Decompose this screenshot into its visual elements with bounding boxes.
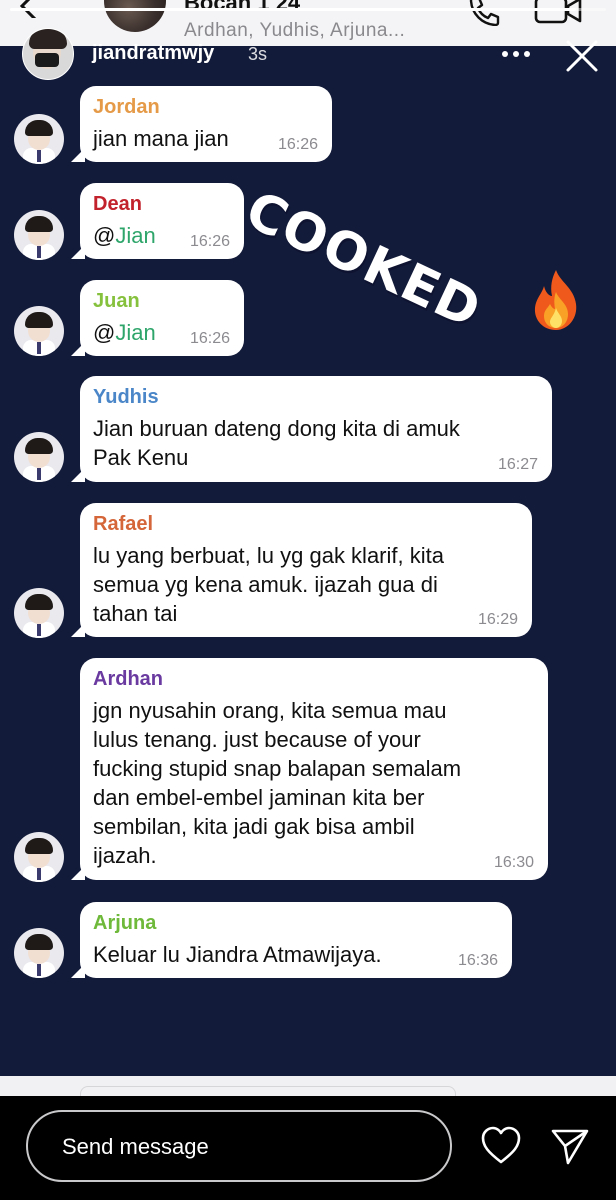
mention-link[interactable]: Jian	[115, 223, 155, 248]
message-time: 16:26	[189, 330, 230, 347]
sender-name: Arjuna	[93, 912, 157, 934]
mention-prefix: @	[93, 223, 116, 248]
sender-avatar	[14, 432, 64, 482]
message-bubble: Rafael lu yang berbuat, lu yg gak klarif…	[71, 503, 532, 637]
fire-icon	[534, 270, 577, 330]
message-bubble: Jordan jian mana jian 16:26	[71, 86, 332, 162]
video-call-icon	[534, 0, 582, 24]
sender-name: Jordan	[93, 96, 160, 118]
sender-name: Yudhis	[93, 386, 159, 408]
story-frame: Bocah 1 24 Ardhan, Yudhis, Arjuna... jia…	[0, 0, 616, 1096]
sender-avatar	[14, 210, 64, 260]
sender-avatar	[14, 588, 64, 638]
chat-header-screenshot: Bocah 1 24 Ardhan, Yudhis, Arjuna...	[0, 0, 616, 46]
message-time: 16:26	[189, 233, 230, 250]
sender-name: Dean	[93, 193, 142, 215]
chat-input-edge	[80, 1086, 456, 1096]
story-timestamp: 3s	[248, 44, 268, 64]
story-username[interactable]: jiandratmwjy	[92, 42, 214, 65]
mention-link[interactable]: Jian	[115, 320, 155, 345]
story-user-avatar[interactable]	[22, 28, 74, 80]
sender-name: Juan	[93, 290, 140, 312]
message-bubble: Juan @Jian 16:26	[71, 280, 244, 356]
message-time: 16:29	[477, 611, 518, 628]
message-text: jgn nyusahin orang, kita semua mau lulus…	[93, 698, 462, 868]
sender-name: Ardhan	[93, 668, 163, 690]
sender-name: Rafael	[93, 513, 154, 535]
message-time: 16:27	[497, 456, 538, 473]
mention-prefix: @	[93, 320, 116, 345]
message-bubble: Ardhan jgn nyusahin orang, kita semua ma…	[71, 658, 548, 880]
sender-avatar	[14, 928, 64, 978]
close-icon[interactable]	[564, 38, 600, 74]
message-text: Keluar lu Jiandra Atmawijaya.	[93, 942, 382, 967]
message-text: Jian buruan dateng dong kita di amuk Pak…	[93, 416, 460, 470]
message-time: 16:36	[457, 952, 498, 969]
sender-avatar	[14, 306, 64, 356]
chat-members: Ardhan, Yudhis, Arjuna...	[184, 20, 406, 41]
sender-avatar	[14, 114, 64, 164]
heart-icon[interactable]	[480, 1126, 522, 1166]
send-icon[interactable]	[550, 1126, 590, 1166]
message-text: lu yang berbuat, lu yg gak klarif, kita …	[93, 543, 444, 626]
group-avatar	[104, 0, 166, 32]
send-message-input[interactable]: Send message	[26, 1110, 452, 1182]
message-bubble: Dean @Jian 16:26	[71, 183, 244, 259]
message-bubble: Yudhis Jian buruan dateng dong kita di a…	[71, 376, 552, 482]
sender-avatar	[14, 832, 64, 882]
phone-icon	[469, 0, 500, 26]
send-message-placeholder: Send message	[62, 1134, 209, 1159]
cooked-sticker: COOKED	[236, 180, 490, 341]
message-time: 16:30	[493, 854, 534, 871]
story-progress-bar	[10, 8, 606, 11]
more-options-icon[interactable]	[498, 44, 534, 64]
message-time: 16:26	[277, 136, 318, 153]
message-bubble: Arjuna Keluar lu Jiandra Atmawijaya. 16:…	[71, 902, 512, 978]
story-progress-fill	[10, 8, 577, 11]
